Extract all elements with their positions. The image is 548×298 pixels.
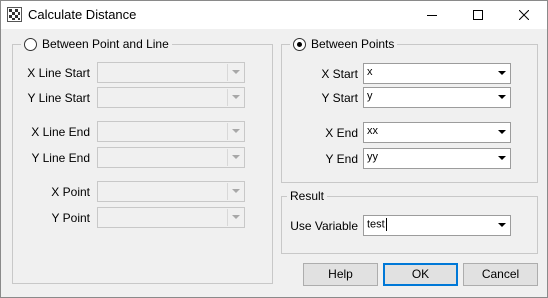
maximize-button[interactable] [455, 1, 501, 29]
points-radio-circle[interactable] [293, 37, 306, 51]
result-legend: Result [287, 189, 328, 203]
x-point-select[interactable] [97, 181, 245, 202]
points-radio[interactable]: Between Points [290, 37, 398, 51]
dialog-window: Calculate Distance Between Point and Lin… [0, 0, 548, 298]
use-variable-input[interactable]: test [363, 215, 511, 236]
chevron-down-icon [227, 183, 243, 200]
minimize-button[interactable] [409, 1, 455, 29]
y-line-start-label: Y Line Start [27, 91, 90, 105]
x-line-end-label: X Line End [31, 125, 90, 139]
chevron-down-icon [227, 89, 243, 106]
chevron-down-icon [494, 124, 509, 141]
y-line-end-label: Y Line End [31, 151, 91, 165]
ok-button[interactable]: OK [383, 263, 458, 286]
chevron-down-icon [494, 89, 509, 106]
x-end-select[interactable]: xx [363, 122, 511, 143]
y-end-label: Y End [325, 152, 358, 166]
x-start-label: X Start [321, 67, 358, 81]
app-icon [7, 7, 22, 22]
x-line-start-select[interactable] [97, 62, 245, 83]
chevron-down-icon [494, 150, 509, 167]
y-line-start-select[interactable] [97, 87, 245, 108]
result-legend-label: Result [290, 189, 325, 203]
y-end-select[interactable]: yy [363, 148, 511, 169]
text-caret [385, 218, 387, 231]
y-start-label: Y Start [321, 91, 358, 105]
chevron-down-icon [227, 123, 243, 140]
use-variable-label: Use Variable [290, 219, 358, 233]
maximize-icon [473, 10, 483, 20]
chevron-down-icon [494, 217, 509, 234]
title-bar[interactable]: Calculate Distance [1, 1, 547, 29]
close-icon [519, 10, 529, 20]
point-line-radio-circle[interactable] [24, 37, 37, 51]
window-title: Calculate Distance [28, 7, 137, 22]
chevron-down-icon [227, 209, 243, 226]
x-point-label: X Point [51, 185, 90, 199]
help-button[interactable]: Help [303, 263, 378, 286]
chevron-down-icon [494, 65, 509, 82]
x-line-end-select[interactable] [97, 121, 245, 142]
x-start-select[interactable]: x [363, 63, 511, 84]
x-line-start-label: X Line Start [27, 66, 90, 80]
y-start-select[interactable]: y [363, 87, 511, 108]
dialog-client-area: Between Point and Line X Line Start Y Li… [1, 30, 547, 297]
use-variable-value: test [367, 218, 385, 231]
chevron-down-icon [227, 64, 243, 81]
point-line-radio-label: Between Point and Line [42, 37, 169, 51]
y-point-label: Y Point [51, 211, 90, 225]
close-button[interactable] [501, 1, 547, 29]
x-end-label: X End [325, 126, 358, 140]
points-radio-label: Between Points [311, 37, 395, 51]
y-point-select[interactable] [97, 207, 245, 228]
cancel-button[interactable]: Cancel [463, 263, 538, 286]
minimize-icon [427, 15, 437, 16]
chevron-down-icon [227, 149, 243, 166]
y-line-end-select[interactable] [97, 147, 245, 168]
point-line-radio[interactable]: Between Point and Line [21, 37, 172, 51]
